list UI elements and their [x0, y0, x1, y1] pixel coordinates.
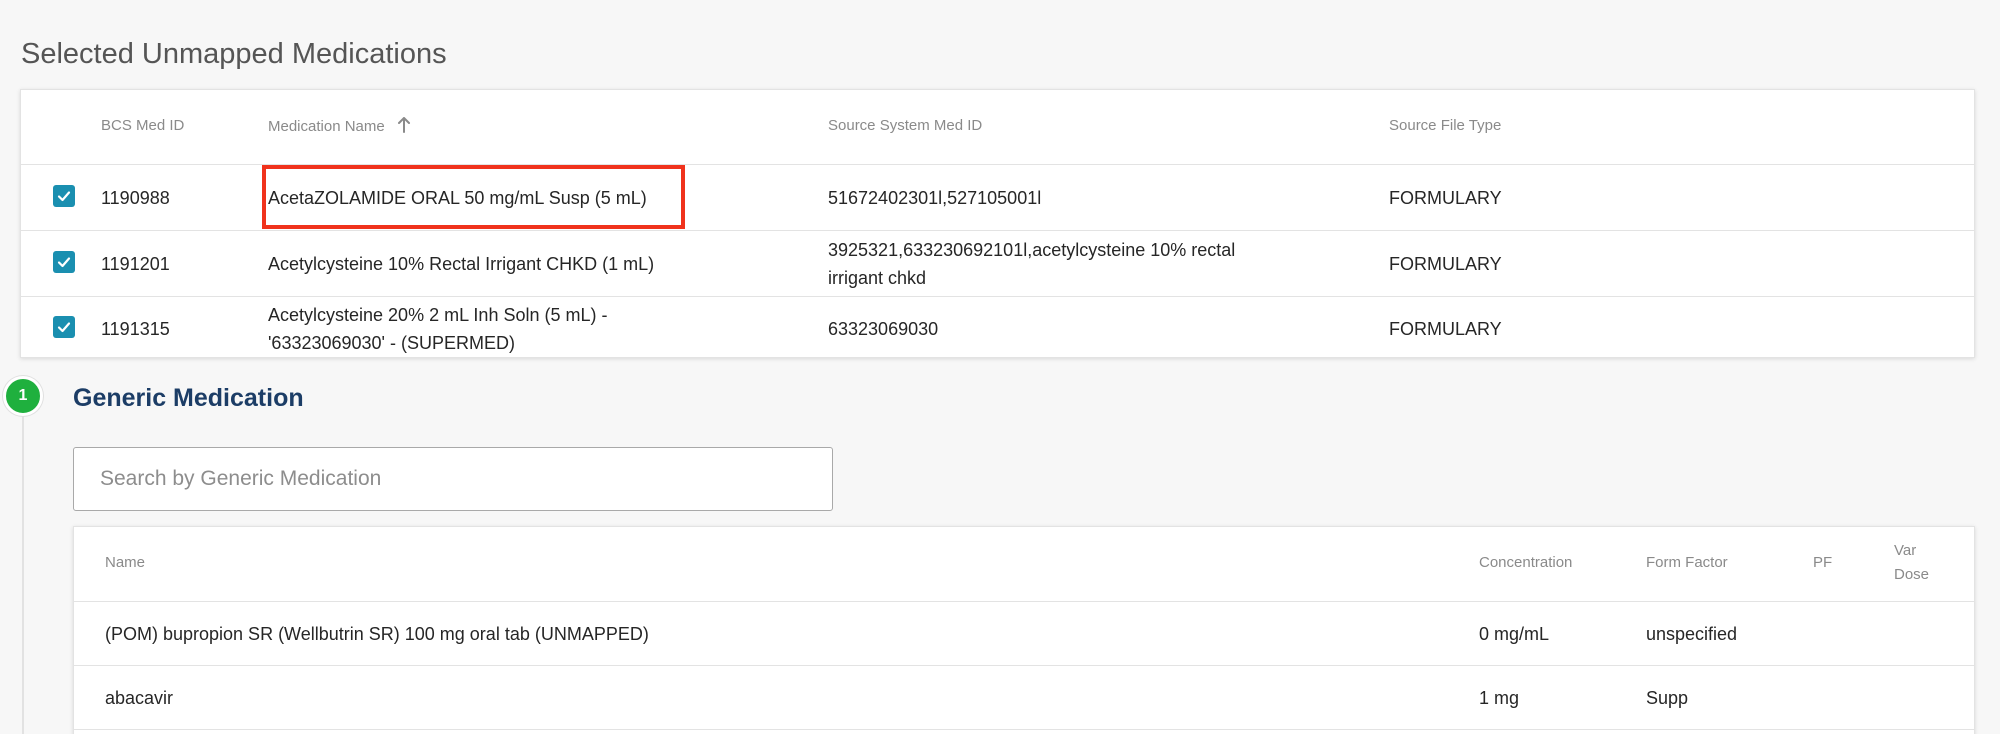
column-header-source-system-med-id[interactable]: Source System Med ID — [828, 117, 982, 134]
row-checkbox[interactable] — [53, 316, 75, 338]
source-file-type: FORMULARY — [1389, 319, 1502, 339]
sort-ascending-icon[interactable] — [397, 117, 411, 137]
source-file-type: FORMULARY — [1389, 254, 1502, 274]
generic-medication-title: Generic Medication — [73, 384, 304, 412]
checkmark-icon — [57, 257, 71, 268]
bcs-med-id: 1191315 — [101, 319, 170, 339]
column-header-concentration[interactable]: Concentration — [1479, 551, 1572, 575]
column-header-bcs-med-id[interactable]: BCS Med ID — [101, 117, 184, 134]
column-header-var-dose-line2: Dose — [1894, 566, 1930, 583]
medication-name: Acetylcysteine 20% 2 mL Inh Soln (5 mL) … — [268, 305, 608, 325]
selected-medications-table: BCS Med ID Medication Name Source System… — [20, 89, 1975, 358]
row-checkbox[interactable] — [53, 185, 75, 207]
step-connector-line — [22, 397, 24, 734]
source-system-med-id: 51672402301l,527105001l — [828, 188, 1042, 208]
selected-medications-title: Selected Unmapped Medications — [21, 38, 447, 70]
form-factor: Supp — [1646, 688, 1689, 708]
checkmark-icon — [57, 191, 71, 202]
table-row[interactable]: abacavir 1 mg Supp — [74, 665, 1974, 729]
column-header-name[interactable]: Name — [105, 551, 145, 575]
column-header-medication-name[interactable]: Medication Name — [268, 117, 411, 137]
step-number-badge: 1 — [3, 376, 43, 416]
source-system-med-id: 63323069030 — [828, 319, 939, 339]
table-row[interactable] — [74, 729, 1974, 734]
table-row[interactable]: 1191201 Acetylcysteine 10% Rectal Irriga… — [21, 230, 1974, 296]
generic-name: (POM) bupropion SR (Wellbutrin SR) 100 m… — [105, 624, 649, 644]
source-system-med-id-continued: irrigant chkd — [828, 268, 927, 288]
table-row[interactable]: 1191315 Acetylcysteine 20% 2 mL Inh Soln… — [21, 296, 1974, 359]
table-row[interactable]: (POM) bupropion SR (Wellbutrin SR) 100 m… — [74, 601, 1974, 665]
concentration: 1 mg — [1479, 688, 1520, 708]
source-file-type: FORMULARY — [1389, 188, 1502, 208]
form-factor: unspecified — [1646, 624, 1738, 644]
highlight-box — [262, 165, 685, 229]
generic-medication-table: Name Concentration Form Factor PF Var Do… — [73, 526, 1975, 734]
medication-name: Acetylcysteine 10% Rectal Irrigant CHKD … — [268, 254, 655, 274]
generic-name: abacavir — [105, 688, 174, 708]
generic-medication-search-input[interactable] — [73, 447, 833, 511]
source-system-med-id: 3925321,633230692101l,acetylcysteine 10%… — [828, 240, 1236, 260]
column-header-medication-name-label: Medication Name — [268, 117, 385, 135]
column-header-form-factor[interactable]: Form Factor — [1646, 551, 1728, 575]
checkmark-icon — [57, 322, 71, 333]
concentration: 0 mg/mL — [1479, 624, 1550, 644]
column-header-source-file-type[interactable]: Source File Type — [1389, 117, 1501, 134]
column-header-pf[interactable]: PF — [1813, 551, 1832, 575]
row-checkbox[interactable] — [53, 251, 75, 273]
column-header-var-dose-line1: Var — [1894, 542, 1917, 559]
bcs-med-id: 1190988 — [101, 188, 170, 208]
medication-name-continued: '63323069030' - (SUPERMED) — [268, 333, 515, 353]
bcs-med-id: 1191201 — [101, 254, 170, 274]
column-header-var-dose[interactable]: Var Dose — [1894, 539, 1929, 587]
